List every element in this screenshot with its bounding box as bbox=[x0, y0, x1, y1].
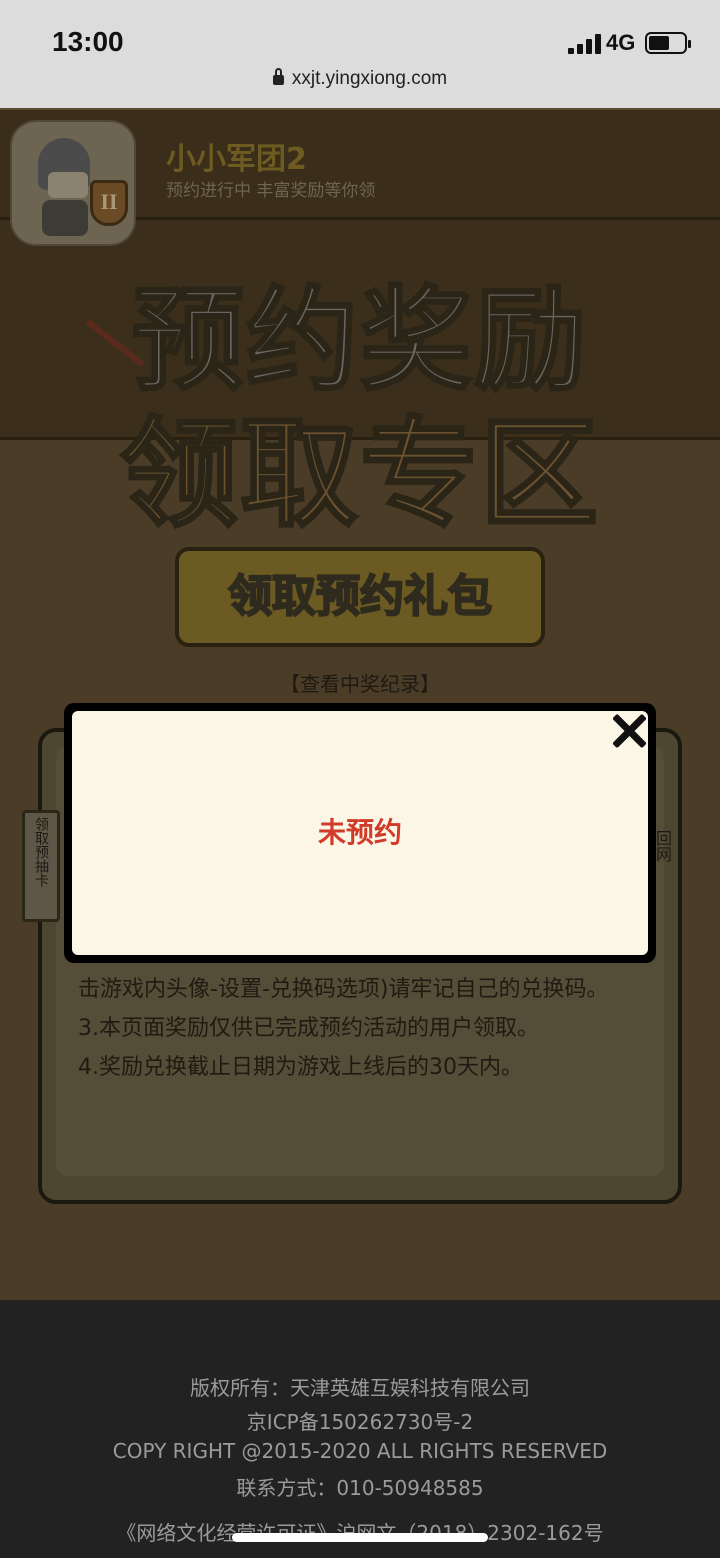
modal-message: 未预约 bbox=[317, 816, 402, 849]
url-text: xxjt.yingxiong.com bbox=[291, 68, 448, 89]
rule-item: 4.奖励兑换截止日期为游戏上线后的30天内。 bbox=[78, 1055, 523, 1080]
signal-icon bbox=[568, 34, 602, 54]
hero-title-line2: 领取专区 bbox=[118, 404, 600, 545]
home-indicator[interactable] bbox=[232, 1533, 488, 1542]
rule-item: 击游戏内头像-设置-兑换码选项)请牢记自己的兑换码。 bbox=[78, 977, 609, 1002]
network-type: 4G bbox=[606, 30, 636, 55]
notice-modal: 未预约 bbox=[64, 703, 656, 963]
battery-icon bbox=[645, 32, 691, 54]
footer-icp[interactable]: 京ICP备150262730号-2 bbox=[0, 1406, 720, 1435]
close-icon[interactable] bbox=[610, 712, 648, 750]
footer-copy-right: COPY RIGHT @2015-2020 ALL RIGHTS RESERVE… bbox=[112, 1439, 608, 1463]
app-header: II 小小军团2 预约进行中 丰富奖励等你领 bbox=[0, 110, 720, 246]
status-bar: 13:00 4G xxjt.yingxiong.com bbox=[0, 0, 720, 110]
app-name: 小小军团2 bbox=[166, 142, 307, 177]
footer: 版权所有：天津英雄互娱科技有限公司 京ICP备150262730号-2 COPY… bbox=[0, 1300, 720, 1558]
rule-item: 3.本页面奖励仅供已完成预约活动的用户领取。 bbox=[78, 1016, 539, 1041]
claim-gift-label: 领取预约礼包 bbox=[227, 570, 493, 623]
app-icon[interactable]: II bbox=[10, 120, 136, 246]
status-time: 13:00 bbox=[52, 26, 124, 57]
url-bar[interactable]: xxjt.yingxiong.com bbox=[0, 68, 720, 90]
claim-gift-button[interactable]: 领取预约礼包 bbox=[175, 547, 545, 647]
rules-list: 击游戏内头像-设置-兑换码选项)请牢记自己的兑换码。 3.本页面奖励仅供已完成预… bbox=[78, 970, 658, 1087]
lock-icon bbox=[272, 68, 284, 85]
footer-copyright: 版权所有：天津英雄互娱科技有限公司 bbox=[190, 1376, 530, 1400]
side-tab-draw-card-label: 领取预抽卡 bbox=[33, 817, 49, 887]
app-tagline: 预约进行中 丰富奖励等你领 bbox=[166, 181, 376, 201]
shield-icon: II bbox=[90, 180, 128, 226]
side-tab-draw-card[interactable]: 领取预抽卡 bbox=[22, 810, 60, 922]
view-records-link[interactable]: 【查看中奖纪录】 bbox=[0, 668, 720, 697]
footer-contact: 联系方式：010-50948585 bbox=[236, 1476, 484, 1500]
